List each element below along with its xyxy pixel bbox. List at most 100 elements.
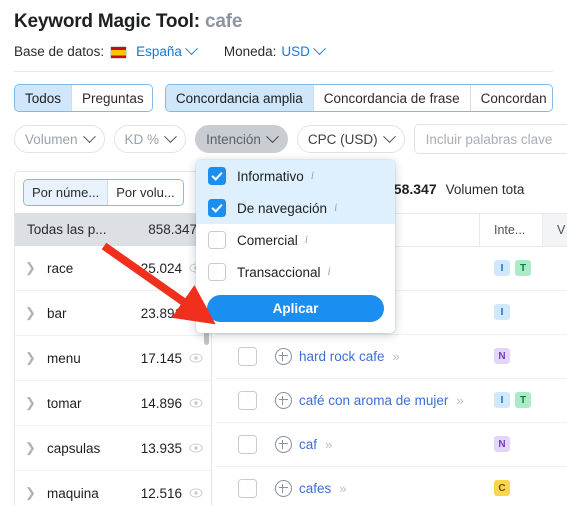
- total-volume-summary: 858.347 Volumen tota: [386, 175, 524, 197]
- double-chevron-icon[interactable]: »: [393, 349, 400, 364]
- currency-label: Moneda:: [223, 44, 277, 59]
- table-row[interactable]: café con aroma de mujer » I T: [216, 378, 567, 423]
- chevron-down-icon: [185, 42, 198, 56]
- checkbox-icon[interactable]: [208, 231, 226, 249]
- keyword-text[interactable]: cafes: [299, 481, 331, 496]
- filter-volumen[interactable]: Volumen: [14, 125, 105, 153]
- chevron-right-icon[interactable]: ❯: [25, 350, 39, 366]
- checkbox-checked-icon[interactable]: [208, 199, 226, 217]
- column-header-volume[interactable]: V: [557, 223, 565, 237]
- filter-intencion-label: Intención: [206, 131, 261, 147]
- keyword-group-list: ❯ race 25.024 ❯ bar 23.891 ❯ menu 17.145: [15, 246, 211, 505]
- eye-icon[interactable]: [189, 396, 203, 410]
- double-chevron-icon[interactable]: »: [456, 393, 463, 408]
- filter-cpc[interactable]: CPC (USD): [296, 125, 405, 153]
- table-row[interactable]: hard rock cafe » N: [216, 334, 567, 379]
- chevron-right-icon[interactable]: ❯: [25, 440, 39, 456]
- tab-todos[interactable]: Todos: [15, 85, 73, 111]
- table-row[interactable]: cafes » C: [216, 466, 567, 505]
- dropdown-option-label: Informativo: [237, 168, 304, 184]
- all-keywords-label: Todas las p...: [27, 222, 107, 237]
- filter-kd[interactable]: KD %: [113, 125, 187, 153]
- row-checkbox[interactable]: [238, 390, 257, 410]
- all-keywords-count: 858.347: [148, 222, 197, 237]
- list-item[interactable]: ❯ maquina 12.516: [15, 470, 211, 505]
- info-icon[interactable]: i: [334, 202, 337, 214]
- list-item[interactable]: ❯ race 25.024: [15, 246, 211, 290]
- info-icon[interactable]: i: [305, 234, 308, 246]
- keyword-magic-tool-page: Keyword Magic Tool: cafe Base de datos: …: [0, 0, 567, 505]
- chevron-down-icon: [164, 129, 177, 143]
- chevron-right-icon[interactable]: ❯: [25, 260, 39, 276]
- group-count: 13.935: [140, 440, 182, 456]
- chevron-down-icon: [313, 42, 326, 56]
- chevron-right-icon[interactable]: ❯: [25, 395, 39, 411]
- add-keyword-icon[interactable]: [275, 391, 292, 409]
- chevron-right-icon[interactable]: ❯: [25, 485, 39, 501]
- currency-selector[interactable]: Moneda: USD: [223, 42, 326, 59]
- filter-cpc-label: CPC (USD): [307, 131, 378, 147]
- all-keywords-row[interactable]: Todas las p... 858.347: [15, 213, 211, 246]
- double-chevron-icon[interactable]: »: [339, 481, 346, 496]
- eye-icon[interactable]: [189, 441, 203, 455]
- chevron-down-icon: [82, 129, 96, 143]
- list-item[interactable]: ❯ bar 23.891: [15, 290, 211, 335]
- include-keywords-placeholder: Incluir palabras clave: [425, 131, 553, 147]
- checkbox-icon[interactable]: [208, 263, 226, 281]
- info-icon[interactable]: i: [311, 170, 314, 182]
- page-header: Keyword Magic Tool: cafe Base de datos: …: [0, 0, 567, 72]
- list-item[interactable]: ❯ capsulas 13.935: [15, 425, 211, 470]
- intent-badge-informational: I: [494, 392, 510, 408]
- group-name: menu: [47, 350, 81, 366]
- dropdown-option-informativo[interactable]: Informativo i: [196, 160, 395, 192]
- checkbox-checked-icon[interactable]: [208, 167, 226, 185]
- add-keyword-icon[interactable]: [275, 435, 292, 453]
- list-item[interactable]: ❯ menu 17.145: [15, 335, 211, 380]
- intent-badge-navigational: N: [494, 436, 510, 452]
- group-name: race: [47, 260, 74, 276]
- list-item[interactable]: ❯ tomar 14.896: [15, 380, 211, 425]
- info-icon[interactable]: i: [328, 266, 331, 278]
- row-checkbox[interactable]: [238, 434, 257, 454]
- database-label: Base de datos:: [14, 44, 105, 59]
- tab-concordancia-amplia[interactable]: Concordancia amplia: [165, 85, 314, 111]
- intent-badge-informational: I: [494, 260, 510, 276]
- add-keyword-icon[interactable]: [275, 479, 292, 497]
- sort-by-number-button[interactable]: Por núme...: [24, 180, 109, 205]
- group-count: 23.891: [140, 305, 182, 321]
- intent-badge-transactional: T: [515, 260, 531, 276]
- eye-icon[interactable]: [189, 351, 203, 365]
- row-checkbox[interactable]: [238, 478, 257, 498]
- table-row[interactable]: caf » N: [216, 422, 567, 467]
- sort-by-volume-button[interactable]: Por volu...: [108, 180, 183, 205]
- intent-badge-informational: I: [494, 304, 510, 320]
- keyword-text[interactable]: café con aroma de mujer: [299, 393, 448, 408]
- page-title-keyword: cafe: [204, 11, 243, 32]
- add-keyword-icon[interactable]: [275, 347, 292, 365]
- apply-button[interactable]: Aplicar: [207, 295, 384, 322]
- double-chevron-icon[interactable]: »: [325, 437, 332, 452]
- filter-intencion[interactable]: Intención: [195, 125, 288, 153]
- eye-icon[interactable]: [189, 486, 203, 500]
- row-checkbox[interactable]: [238, 346, 257, 366]
- dropdown-option-de-navegacion[interactable]: De navegación i: [196, 192, 395, 224]
- tab-concordancia-de-frase[interactable]: Concordancia de frase: [313, 85, 471, 111]
- chevron-right-icon[interactable]: ❯: [25, 305, 39, 321]
- filters-row: Volumen KD % Intención CPC (USD) Incluir…: [0, 112, 567, 154]
- dropdown-option-label: Comercial: [237, 232, 298, 248]
- column-header-intent[interactable]: Inte...: [494, 223, 525, 237]
- dropdown-option-transaccional[interactable]: Transaccional i: [196, 256, 395, 288]
- dropdown-option-comercial[interactable]: Comercial i: [196, 224, 395, 256]
- sort-toggle-row: Por núme... Por volu...: [15, 172, 211, 213]
- dropdown-option-label: Transaccional: [237, 264, 321, 280]
- tab-concordancia-exacta[interactable]: Concordan: [470, 85, 552, 111]
- include-keywords-input[interactable]: Incluir palabras clave: [413, 124, 567, 154]
- group-count: 14.896: [140, 395, 182, 411]
- keyword-text[interactable]: caf: [299, 437, 317, 452]
- intent-filter-dropdown: Informativo i De navegación i Comercial …: [196, 160, 395, 333]
- keyword-text[interactable]: hard rock cafe: [299, 349, 385, 364]
- database-selector[interactable]: Base de datos: España: [14, 42, 198, 59]
- tab-preguntas[interactable]: Preguntas: [72, 85, 152, 111]
- group-name: capsulas: [47, 440, 101, 456]
- intent-badges: I: [494, 304, 510, 320]
